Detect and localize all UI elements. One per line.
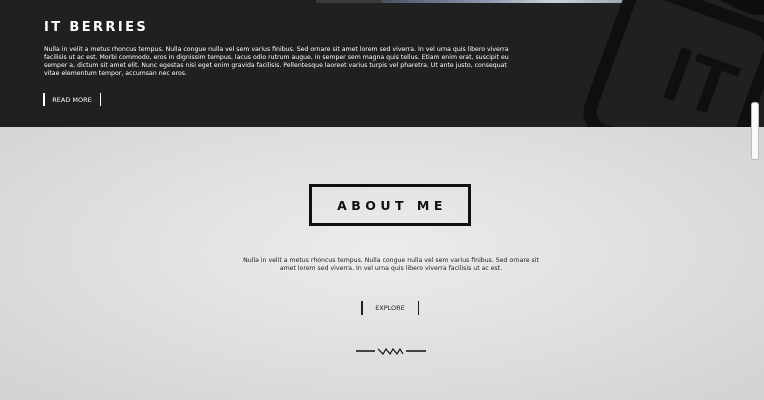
it-logo-icon: IT xyxy=(583,0,764,127)
ornament-divider-icon xyxy=(356,347,426,356)
button-right-bar xyxy=(417,301,419,315)
hero-description: Nulla in velit a metus rhoncus tempus. N… xyxy=(44,46,509,77)
about-description: Nulla in velit a metus rhoncus tempus. N… xyxy=(243,257,539,273)
button-right-bar xyxy=(99,93,101,106)
header-image-strip-dark xyxy=(316,0,382,3)
about-title-box: ABOUT ME xyxy=(309,184,471,226)
button-left-bar xyxy=(361,301,363,315)
button-left-bar xyxy=(43,93,45,106)
read-more-label: READ MORE xyxy=(52,95,92,104)
scrollbar-thumb[interactable] xyxy=(751,102,759,160)
explore-button[interactable]: EXPLORE xyxy=(361,301,419,315)
read-more-button[interactable]: READ MORE xyxy=(43,93,101,106)
about-title: ABOUT ME xyxy=(337,197,447,213)
logo-text: IT xyxy=(653,29,748,127)
explore-label: EXPLORE xyxy=(375,304,405,312)
page-scrollbar[interactable] xyxy=(749,102,759,162)
hero-title: IT BERRIES xyxy=(44,20,149,35)
hero-section: IT IT BERRIES Nulla in velit a metus rho… xyxy=(0,0,764,127)
